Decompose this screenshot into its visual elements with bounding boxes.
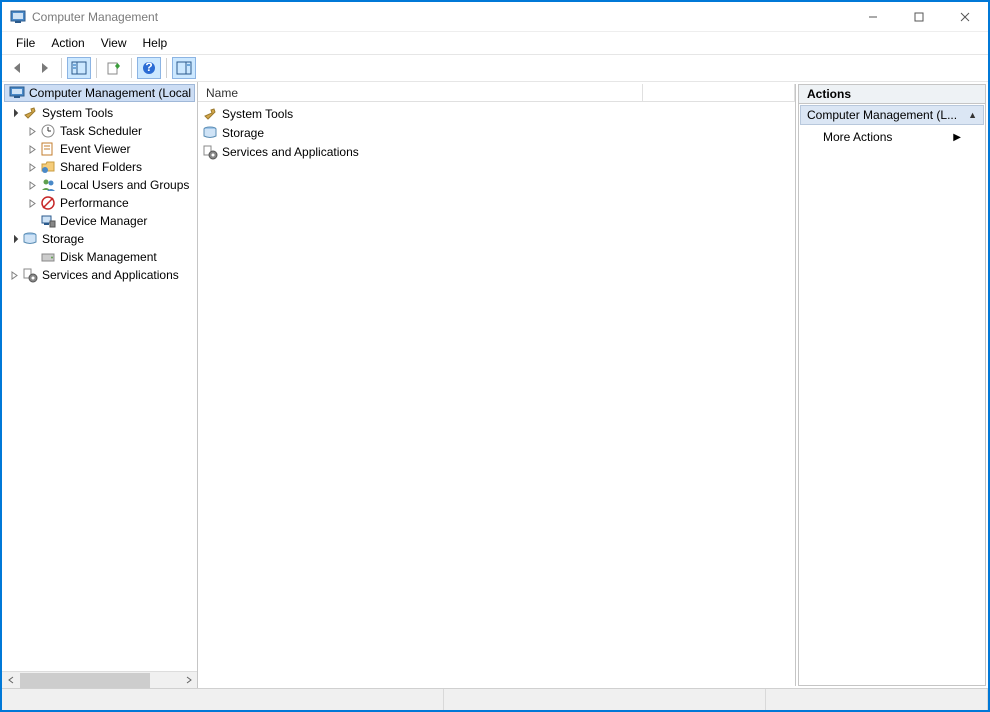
tree-root[interactable]: Computer Management (Local — [4, 84, 195, 102]
status-cell — [766, 689, 988, 710]
tree-item-event-viewer[interactable]: Event Viewer — [4, 140, 197, 158]
chevron-right-icon[interactable] — [26, 179, 38, 191]
tree-item-task-scheduler[interactable]: Task Scheduler — [4, 122, 197, 140]
content-header: Name — [198, 84, 795, 102]
chevron-right-icon[interactable] — [26, 161, 38, 173]
tree-item-label: Disk Management — [60, 250, 157, 264]
storage-icon — [202, 125, 218, 141]
actions-pane: Actions Computer Management (L... ▲ More… — [798, 84, 986, 686]
tree-item-label: System Tools — [42, 106, 113, 120]
content-pane: Name System Tools Storage Services and A… — [198, 84, 796, 686]
tree-item-local-users-groups[interactable]: Local Users and Groups — [4, 176, 197, 194]
column-header-name[interactable]: Name — [198, 84, 643, 101]
svg-text:?: ? — [145, 61, 152, 74]
tree-item-services-applications[interactable]: Services and Applications — [4, 266, 197, 284]
computer-management-icon — [9, 85, 25, 101]
chevron-right-icon[interactable] — [26, 143, 38, 155]
horizontal-scrollbar[interactable] — [2, 671, 197, 688]
tree-item-disk-management[interactable]: Disk Management — [4, 248, 197, 266]
device-manager-icon — [40, 213, 56, 229]
list-item-label: System Tools — [222, 107, 293, 121]
tree-item-label: Shared Folders — [60, 160, 142, 174]
menubar: File Action View Help — [2, 32, 988, 54]
scroll-left-button[interactable] — [2, 672, 19, 689]
tree-item-performance[interactable]: Performance — [4, 194, 197, 212]
list-item-storage[interactable]: Storage — [202, 123, 795, 142]
tree-pane: Computer Management (Local System Tools … — [2, 82, 198, 688]
app-icon — [10, 9, 26, 25]
tree-item-system-tools[interactable]: System Tools — [4, 104, 197, 122]
forward-button[interactable] — [32, 57, 56, 79]
chevron-right-icon[interactable] — [26, 125, 38, 137]
tree-item-label: Device Manager — [60, 214, 147, 228]
chevron-right-icon[interactable] — [8, 269, 20, 281]
tree-root-label: Computer Management (Local — [29, 86, 191, 100]
actions-more-actions[interactable]: More Actions ▶ — [799, 126, 985, 148]
event-log-icon — [40, 141, 56, 157]
tree-item-shared-folders[interactable]: Shared Folders — [4, 158, 197, 176]
toolbar-separator — [166, 58, 167, 78]
content-body: System Tools Storage Services and Applic… — [198, 102, 795, 686]
actions-item-label: More Actions — [823, 130, 892, 144]
chevron-right-icon[interactable] — [26, 197, 38, 209]
status-cell — [444, 689, 766, 710]
list-item-label: Storage — [222, 126, 264, 140]
toolbar-separator — [96, 58, 97, 78]
services-icon — [22, 267, 38, 283]
tools-icon — [202, 106, 218, 122]
close-button[interactable] — [942, 2, 988, 32]
titlebar: Computer Management — [2, 2, 988, 32]
menu-file[interactable]: File — [8, 34, 43, 52]
minimize-button[interactable] — [850, 2, 896, 32]
disk-icon — [40, 249, 56, 265]
toolbar-separator — [131, 58, 132, 78]
list-item-system-tools[interactable]: System Tools — [202, 104, 795, 123]
toolbar-separator — [61, 58, 62, 78]
performance-icon — [40, 195, 56, 211]
list-item-services-applications[interactable]: Services and Applications — [202, 142, 795, 161]
menu-help[interactable]: Help — [135, 34, 176, 52]
status-cell — [2, 689, 444, 710]
tree-item-label: Storage — [42, 232, 84, 246]
chevron-down-icon[interactable] — [8, 233, 20, 245]
submenu-arrow-icon: ▶ — [953, 132, 961, 143]
tree-body: System Tools Task Scheduler Event Viewer… — [2, 104, 197, 671]
back-button[interactable] — [6, 57, 30, 79]
toolbar: ? — [2, 54, 988, 82]
tree-item-label: Task Scheduler — [60, 124, 142, 138]
show-hide-tree-button[interactable] — [67, 57, 91, 79]
users-icon — [40, 177, 56, 193]
scrollbar-thumb[interactable] — [20, 673, 150, 688]
help-button[interactable]: ? — [137, 57, 161, 79]
collapse-up-icon: ▲ — [968, 110, 977, 120]
export-list-button[interactable] — [102, 57, 126, 79]
show-hide-action-pane-button[interactable] — [172, 57, 196, 79]
list-item-label: Services and Applications — [222, 145, 359, 159]
tree-item-label: Local Users and Groups — [60, 178, 189, 192]
tree-item-device-manager[interactable]: Device Manager — [4, 212, 197, 230]
main-area: Computer Management (Local System Tools … — [2, 82, 988, 688]
actions-title: Actions — [799, 85, 985, 104]
tree-item-label: Event Viewer — [60, 142, 130, 156]
tree-item-label: Services and Applications — [42, 268, 179, 282]
storage-icon — [22, 231, 38, 247]
tree-item-storage[interactable]: Storage — [4, 230, 197, 248]
window-title: Computer Management — [32, 10, 158, 24]
tree-item-label: Performance — [60, 196, 129, 210]
services-icon — [202, 144, 218, 160]
statusbar — [2, 688, 988, 710]
actions-section-header[interactable]: Computer Management (L... ▲ — [800, 105, 984, 125]
column-header-empty[interactable] — [643, 84, 795, 101]
maximize-button[interactable] — [896, 2, 942, 32]
chevron-down-icon[interactable] — [8, 107, 20, 119]
clock-icon — [40, 123, 56, 139]
actions-section-label: Computer Management (L... — [807, 108, 957, 122]
menu-action[interactable]: Action — [43, 34, 92, 52]
scroll-right-button[interactable] — [180, 672, 197, 689]
menu-view[interactable]: View — [93, 34, 135, 52]
tools-icon — [22, 105, 38, 121]
shared-folder-icon — [40, 159, 56, 175]
